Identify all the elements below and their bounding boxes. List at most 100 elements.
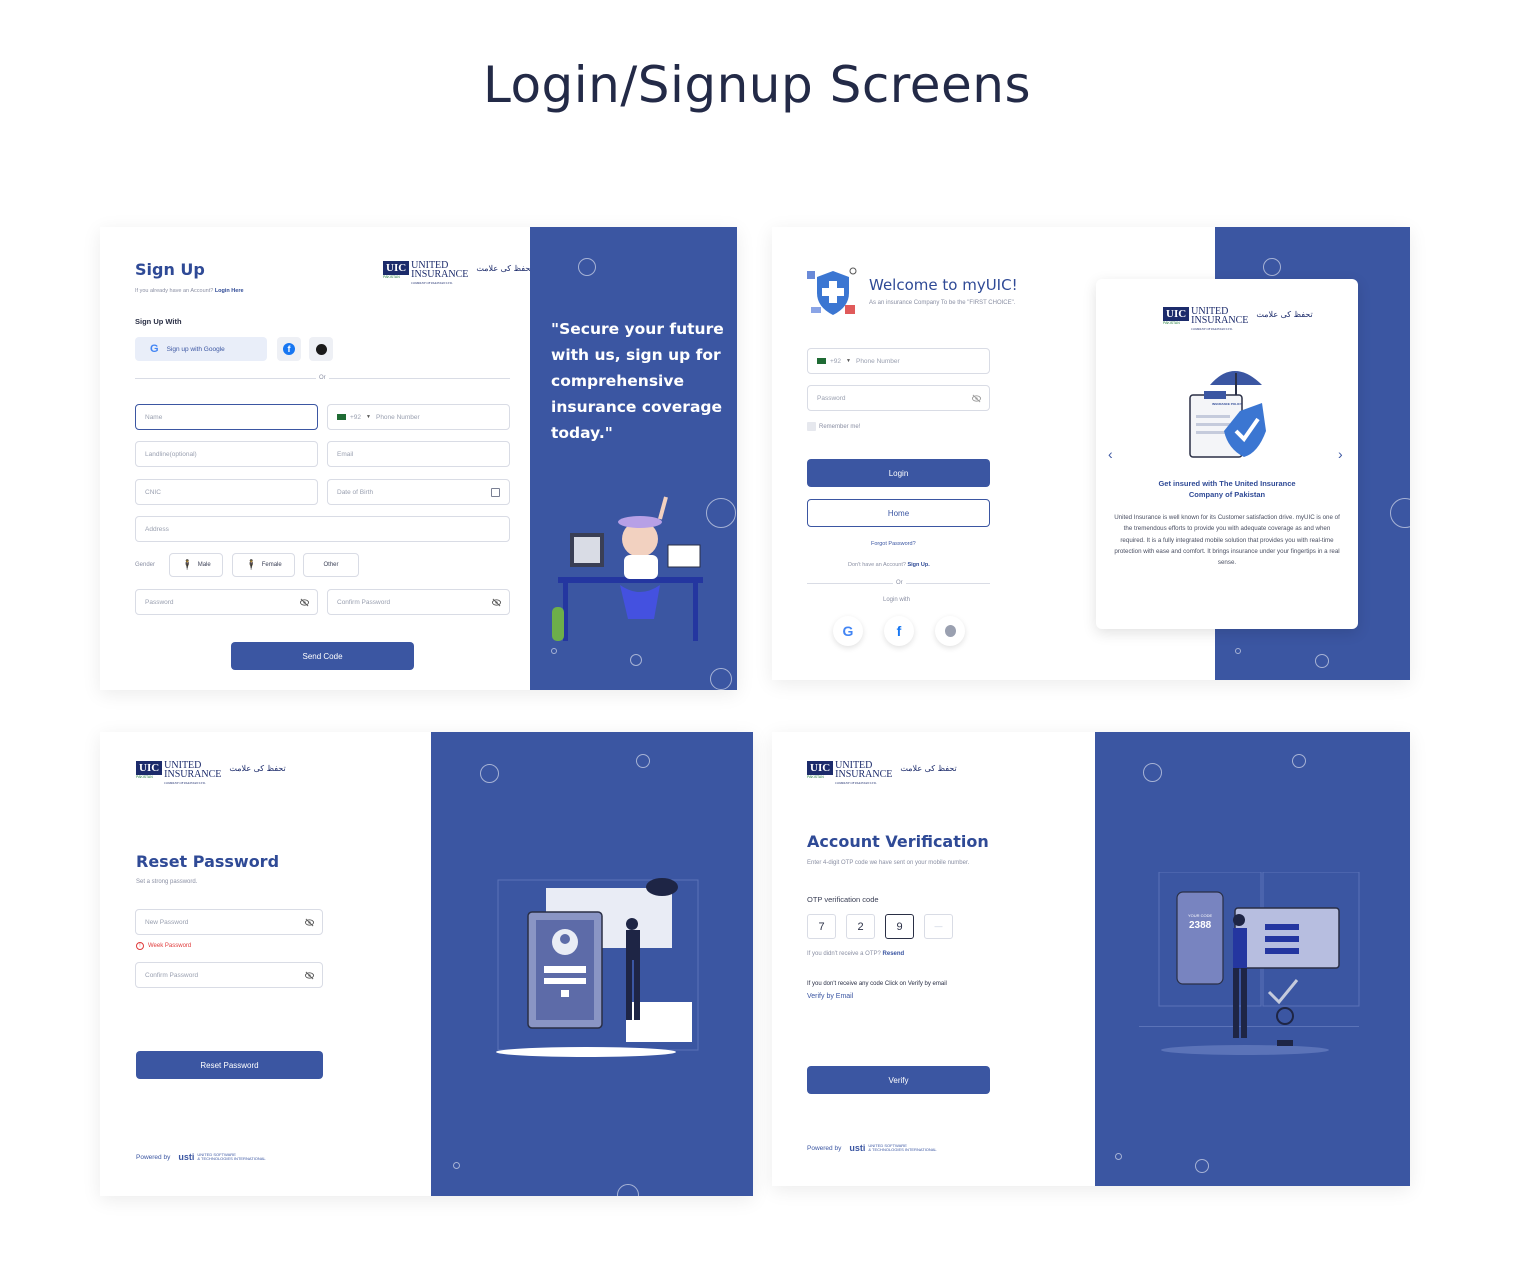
reset-heading: Reset Password — [136, 852, 280, 871]
forgot-password-link[interactable]: Forgot Password? — [871, 541, 916, 547]
eye-off-icon[interactable] — [300, 598, 309, 607]
signup-quote: "Secure your future with us, sign up for… — [551, 320, 724, 442]
apple-login-button[interactable] — [935, 616, 965, 646]
resend-link[interactable]: Resend — [883, 951, 905, 957]
landline-input[interactable]: Landline(optional) — [135, 441, 318, 467]
otp-digit-2[interactable]: 2 — [846, 914, 875, 939]
password-input[interactable]: Password — [135, 589, 318, 615]
powered-by: Powered by usti UNITED SOFTWARE & TECHNOLO… — [807, 1142, 937, 1153]
login-here-link[interactable]: Login Here — [215, 288, 244, 294]
facebook-icon: f — [896, 623, 902, 639]
eye-off-icon[interactable] — [972, 394, 981, 403]
usti-logo: usti UNITED SOFTWARE & TECHNOLOGIES INTERN… — [178, 1151, 266, 1162]
pakistan-flag-icon — [817, 358, 826, 364]
home-button[interactable]: Home — [807, 499, 990, 527]
gender-female-option[interactable]: 🕴 Female — [232, 553, 295, 577]
reset-card: UIC PAKISTAN UNITED INSURANCE COMPANY OF PA… — [100, 732, 753, 1196]
remember-me-checkbox[interactable] — [807, 422, 816, 431]
or-text: Or — [893, 580, 906, 586]
facebook-signup-button[interactable]: f — [277, 337, 301, 361]
login-card: Welcome to myUIC! As an insurance Compan… — [772, 227, 1410, 680]
reset-side-panel — [431, 732, 753, 1196]
send-code-button[interactable]: Send Code — [231, 642, 414, 670]
new-password-input[interactable]: New Password — [135, 909, 323, 935]
login-button[interactable]: Login — [807, 459, 990, 487]
facebook-icon: f — [283, 343, 295, 355]
signup-link[interactable]: Sign Up. — [907, 562, 929, 568]
signup-heading: Sign Up — [135, 260, 205, 279]
carousel-prev-button[interactable]: ‹ — [1108, 446, 1113, 462]
otp-digit-3[interactable]: 9 — [885, 914, 914, 939]
uic-logo: UIC PAKISTAN UNITED INSURANCE COMPANY OF PA… — [1163, 306, 1313, 331]
email-note: If you don't receive any code Click on V… — [807, 981, 947, 987]
reset-confirm-password-input[interactable]: Confirm Password — [135, 962, 323, 988]
otp-digit-1[interactable]: 7 — [807, 914, 836, 939]
login-heading: Welcome to myUIC! — [869, 276, 1018, 294]
gender-other-option[interactable]: Other — [303, 553, 359, 577]
google-signup-button[interactable]: G Sign up with Google — [135, 337, 267, 361]
male-icon: 🕴 — [181, 559, 194, 571]
usti-logo: usti UNITED SOFTWARE & TECHNOLOGIES INTERN… — [849, 1142, 937, 1153]
have-account-text: If you already have an Account? Login He… — [135, 288, 244, 294]
powered-by: Powered by usti UNITED SOFTWARE & TECHNOLO… — [136, 1151, 266, 1162]
eye-off-icon[interactable] — [305, 918, 314, 927]
gender-male-option[interactable]: 🕴 Male — [169, 553, 223, 577]
eye-off-icon[interactable] — [492, 598, 501, 607]
login-password-input[interactable]: Password — [807, 385, 990, 411]
google-icon: G — [842, 623, 854, 639]
insurance-policy-illustration — [1189, 371, 1266, 458]
otp-label: OTP verification code — [807, 895, 879, 904]
otp-digit-4[interactable]: — — [924, 914, 953, 939]
page-title: Login/Signup Screens — [482, 56, 1032, 114]
female-icon: 🕴 — [245, 559, 258, 571]
verification-side-panel: YOUR CODE 2388 — [1095, 732, 1410, 1186]
sign-up-with-label: Sign Up With — [135, 317, 182, 326]
login-subtitle: As an insurance Company To be the "FIRST… — [869, 300, 1016, 306]
cnic-input[interactable]: CNIC — [135, 479, 318, 505]
login-with-label: Login with — [883, 597, 911, 603]
google-login-button[interactable]: G — [833, 616, 863, 646]
verify-button[interactable]: Verify — [807, 1066, 990, 1094]
verification-card: UIC PAKISTAN UNITED INSURANCE COMPANY OF PA… — [772, 732, 1410, 1186]
reset-subtitle: Set a strong password. — [136, 879, 198, 885]
calendar-icon[interactable] — [491, 488, 500, 497]
gender-label: Gender — [135, 562, 156, 568]
info-carousel: UIC PAKISTAN UNITED INSURANCE COMPANY OF PA… — [1096, 279, 1358, 629]
apple-signup-button[interactable] — [309, 337, 333, 361]
login-phone-input[interactable]: +92 ▼ Phone Number — [807, 348, 990, 374]
confirm-password-input[interactable]: Confirm Password — [327, 589, 510, 615]
phone-input[interactable]: +92 ▼ Phone Number — [327, 404, 510, 430]
otp-verification-illustration — [1139, 872, 1360, 1055]
apple-icon — [944, 625, 956, 637]
carousel-body: United Insurance is well known for its C… — [1114, 514, 1340, 567]
or-text: Or — [316, 375, 329, 381]
chevron-down-icon[interactable]: ▼ — [366, 414, 371, 420]
dob-input[interactable]: Date of Birth — [327, 479, 510, 505]
pakistan-flag-icon — [337, 414, 346, 420]
signup-side-panel: "Secure your future with us, sign up for… — [530, 227, 737, 690]
signup-card: Sign Up If you already have an Account? … — [100, 227, 737, 690]
chevron-down-icon[interactable]: ▼ — [846, 358, 851, 364]
name-input[interactable]: Name — [135, 404, 318, 430]
google-icon: G — [150, 343, 159, 355]
warning-icon: ! — [136, 942, 144, 950]
remember-me-label: Remember me! — [819, 424, 861, 430]
uic-logo: UIC PAKISTAN UNITED INSURANCE COMPANY OF PA… — [807, 760, 957, 785]
apple-icon — [315, 343, 327, 355]
uic-logo: UIC PAKISTAN UNITED INSURANCE COMPANY OF P… — [383, 260, 533, 285]
facebook-login-button[interactable]: f — [884, 616, 914, 646]
uic-logo: UIC PAKISTAN UNITED INSURANCE COMPANY OF PA… — [136, 760, 286, 785]
reset-password-illustration — [496, 878, 699, 1057]
eye-off-icon[interactable] — [305, 971, 314, 980]
verification-code: 2388 — [1189, 920, 1212, 931]
person-at-desk-illustration — [552, 496, 703, 641]
verify-by-email-link[interactable]: Verify by Email — [807, 993, 853, 1000]
didnt-receive-text: If you didn't receive a OTP? Resend — [807, 951, 905, 957]
no-account-text: Don't have an Account? Sign Up. — [848, 562, 930, 568]
reset-password-button[interactable]: Reset Password — [136, 1051, 323, 1079]
address-input[interactable]: Address — [135, 516, 510, 542]
carousel-next-button[interactable]: › — [1338, 446, 1343, 462]
email-input[interactable]: Email — [327, 441, 510, 467]
your-code-label: YOUR CODE — [1188, 913, 1213, 918]
shield-medical-icon — [807, 267, 857, 315]
